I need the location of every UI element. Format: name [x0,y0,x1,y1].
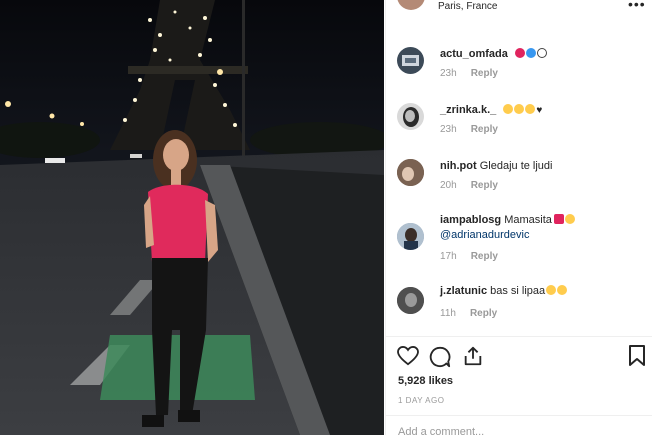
comment-item: actu_omfada 23h Reply [397,47,647,87]
comment-mention[interactable]: @adrianadurdevic [440,228,575,243]
reply-button[interactable]: Reply [471,251,498,262]
comment-time: 20h [440,180,457,191]
emoji-black-heart: ♥ [536,105,543,116]
comment-body: Gledaju te ljudi [479,160,553,172]
avatar[interactable] [397,47,424,74]
emoji-heart-eyes [546,285,557,295]
comment-item: iampablosg Mamasita @adrianadurdevic 17h… [397,213,647,268]
emoji-smile [564,214,575,224]
comment-username[interactable]: actu_omfada [440,48,508,60]
emoji-heart-eyes [503,104,514,114]
emoji-kiss [557,285,568,295]
comment-time: 17h [440,251,457,262]
bookmark-icon[interactable] [628,345,646,367]
comment-username[interactable]: nih.pot [440,160,477,172]
post-photo [0,0,384,435]
avatar[interactable] [397,103,424,130]
comment-text: iampablosg Mamasita @adrianadurdevic [440,213,575,243]
comment-divider [385,415,652,416]
comment-body: Mamasita [504,214,552,226]
comment-item: j.zlatunic bas si lipaa 11h Reply [397,284,647,324]
comment-username[interactable]: _zrinka.k._ [440,104,496,116]
comment-meta: 17h Reply [440,251,498,262]
avatar[interactable] [397,287,424,314]
post-time: 1 DAY AGO [398,396,445,405]
comment-time: 23h [440,124,457,135]
comment-time: 23h [440,68,457,79]
avatar[interactable] [397,159,424,186]
emoji-circle [536,48,547,58]
emoji-anger [514,48,525,58]
comment-item: _zrinka.k._ ♥ 23h Reply [397,103,647,143]
emoji-heart-eyes [525,104,536,114]
reply-button[interactable]: Reply [471,124,498,135]
comment-username[interactable]: iampablosg [440,214,501,226]
add-comment-input[interactable]: Add a comment... [398,426,484,438]
heart-icon[interactable] [397,346,419,366]
actions-divider [385,336,652,337]
comment-item: nih.pot Gledaju te ljudi 20h Reply [397,159,647,199]
comment-text: nih.pot Gledaju te ljudi [440,159,553,174]
reply-button[interactable]: Reply [470,308,497,319]
comment-meta: 11h Reply [440,308,497,319]
comment-meta: 23h Reply [440,124,498,135]
comment-time: 11h [440,308,456,319]
eiffel-night-photo [0,0,384,435]
comment-username[interactable]: j.zlatunic [440,285,487,297]
comment-meta: 23h Reply [440,68,498,79]
comment-text: actu_omfada [440,47,547,62]
share-icon[interactable] [462,345,484,367]
emoji-rose [553,214,564,224]
more-options-icon[interactable]: ••• [628,0,646,12]
reply-button[interactable]: Reply [471,68,498,79]
reply-button[interactable]: Reply [471,180,498,191]
avatar[interactable] [397,223,424,250]
comment-body: bas si lipaa [490,285,546,297]
emoji-blue-heart [525,48,536,58]
comment-icon[interactable] [429,346,451,368]
likes-count[interactable]: 5,928 likes [398,375,453,387]
emoji-heart-eyes [514,104,525,114]
comment-text: _zrinka.k._ ♥ [440,103,542,118]
comment-meta: 20h Reply [440,180,498,191]
comment-text: j.zlatunic bas si lipaa [440,284,568,299]
post-location[interactable]: Paris, France [438,1,497,12]
